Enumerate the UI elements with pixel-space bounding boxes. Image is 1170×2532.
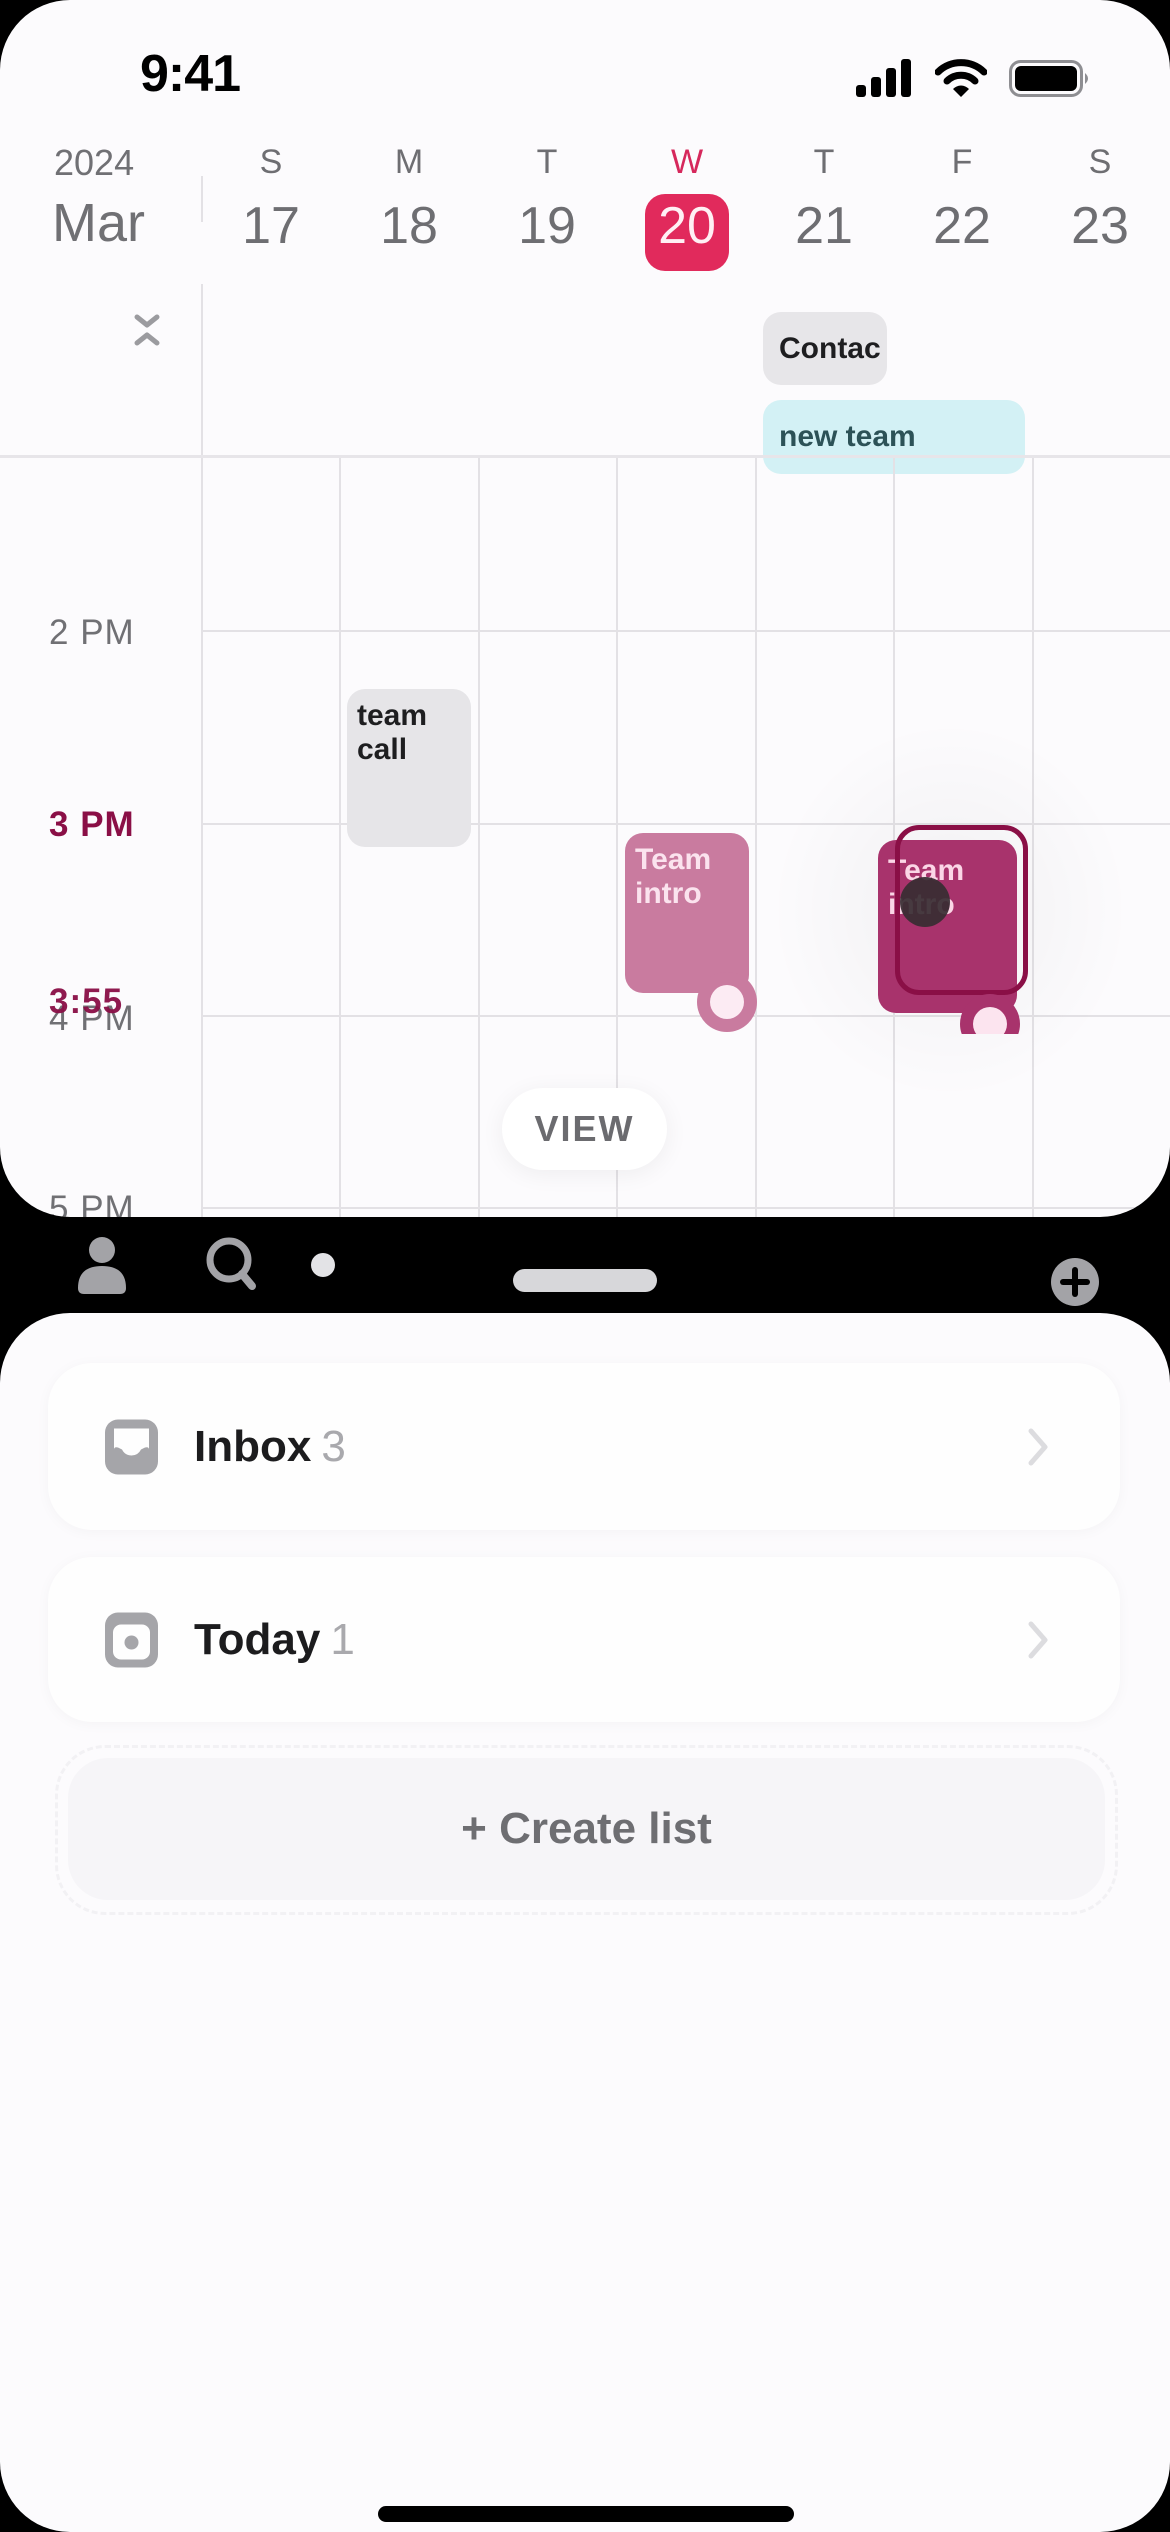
list-count: 3 (321, 1421, 346, 1471)
cellular-signal-icon (856, 59, 911, 97)
list-item-inbox[interactable]: Inbox 3 (48, 1363, 1120, 1530)
day-number[interactable]: 19 (478, 196, 616, 256)
create-list-button[interactable]: + Create list (55, 1745, 1118, 1915)
grid-column-line (339, 458, 341, 1217)
drag-time-indicator: 3:55 (49, 982, 124, 1021)
event-title: Contac (779, 331, 881, 365)
month-label[interactable]: Mar (52, 192, 145, 254)
person-icon[interactable] (76, 1236, 128, 1296)
day-number-today[interactable]: 20 (618, 196, 756, 256)
day-number[interactable]: 23 (1031, 196, 1169, 256)
status-time: 9:41 (140, 45, 241, 103)
weekday-label: M (394, 143, 424, 181)
home-indicator[interactable] (378, 2506, 794, 2522)
touch-indicator (900, 877, 950, 927)
resize-handle[interactable] (960, 994, 1020, 1034)
wifi-icon (935, 59, 987, 97)
calendar-card: 9:41 2024 Mar S 17 M 18 T 19 W 20 T 21 F… (0, 0, 1170, 1217)
weekday-label: S (259, 143, 283, 181)
resize-handle[interactable] (697, 972, 757, 1032)
grid-hour-line (202, 630, 1170, 632)
create-list-label: + Create list (68, 1758, 1105, 1900)
all-day-separator (0, 455, 1170, 458)
event-title-line: intro (635, 877, 702, 910)
day-number[interactable]: 18 (340, 196, 478, 256)
list-label: Today 1 (194, 1615, 355, 1665)
weekday-label-today: W (670, 143, 704, 181)
list-name: Inbox (194, 1421, 312, 1471)
sheet-drag-handle[interactable] (513, 1269, 657, 1292)
grid-column-line (755, 458, 757, 1217)
day-number[interactable]: 21 (755, 196, 893, 256)
chevron-right-icon (1028, 1428, 1048, 1465)
hour-label-5pm: 5 PM (49, 1189, 135, 1217)
event-team-call[interactable]: team call (347, 689, 471, 847)
search-icon[interactable] (204, 1236, 260, 1294)
dot-indicator-icon (311, 1253, 335, 1277)
weekday-label: F (951, 143, 973, 181)
resize-handle-inner (710, 985, 744, 1019)
year-label: 2024 (54, 142, 135, 183)
battery-icon (1009, 60, 1088, 97)
event-title-line: Team (635, 843, 712, 876)
grid-hour-line (202, 1207, 1170, 1209)
chevron-right-icon (1028, 1621, 1048, 1658)
event-title-line: call (357, 733, 408, 766)
grid-column-line (478, 458, 480, 1217)
weekday-label: T (536, 143, 558, 181)
collapse-chevrons-icon[interactable] (134, 314, 160, 346)
weekday-label: T (813, 143, 835, 181)
today-calendar-icon (105, 1612, 158, 1667)
day-number[interactable]: 17 (202, 196, 340, 256)
weekday-label: S (1088, 143, 1112, 181)
all-day-event-contact[interactable]: Contac (763, 312, 887, 385)
event-team-intro[interactable]: Team intro (625, 833, 749, 993)
event-title-line: team (357, 699, 428, 732)
time-gutter-divider (201, 284, 203, 1217)
plus-circle-icon[interactable] (1050, 1257, 1100, 1307)
view-button[interactable]: VIEW (502, 1088, 667, 1170)
event-title: new team (779, 420, 916, 453)
list-label: Inbox 3 (194, 1422, 346, 1472)
hour-label-3pm: 3 PM (49, 805, 135, 844)
inbox-tray-icon (105, 1419, 158, 1474)
day-number[interactable]: 22 (893, 196, 1031, 256)
list-item-today[interactable]: Today 1 (48, 1557, 1120, 1722)
list-name: Today (194, 1614, 321, 1664)
hour-label-2pm: 2 PM (49, 613, 135, 652)
list-count: 1 (330, 1614, 355, 1664)
